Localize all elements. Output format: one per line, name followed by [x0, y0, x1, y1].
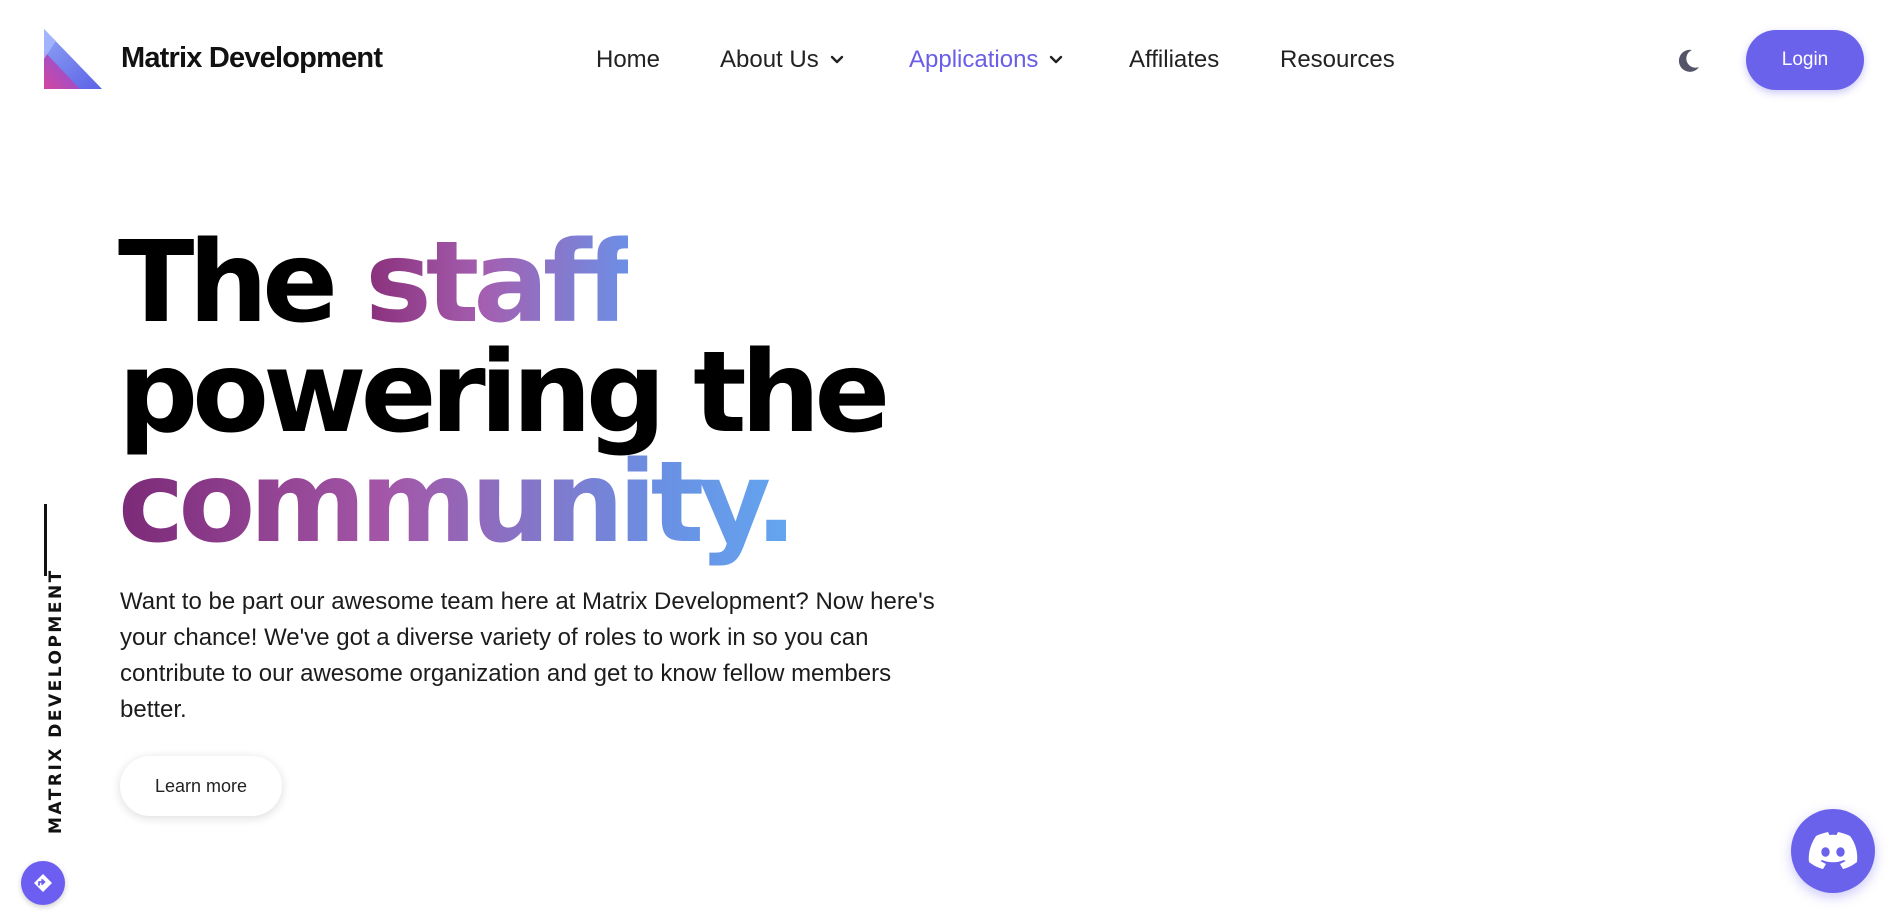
discord-button[interactable]	[1791, 809, 1875, 893]
side-divider	[44, 504, 47, 576]
hero-title: The staff powering the community.	[118, 227, 890, 559]
hero-title-community: community.	[118, 438, 797, 568]
nav-home-label: Home	[596, 46, 661, 73]
nav-resources[interactable]: Resources	[1280, 46, 1395, 74]
nav-resources-label: Resources	[1280, 46, 1395, 73]
site-header: Matrix Development Home About Us Applica…	[0, 0, 1902, 121]
diamond-arrow-icon	[34, 874, 52, 892]
matrix-logo[interactable]	[42, 29, 102, 91]
discord-icon	[1808, 832, 1858, 869]
nav-affiliates-label: Affiliates	[1129, 46, 1220, 73]
nav-applications-label: Applications	[909, 46, 1039, 73]
corner-action-button[interactable]	[21, 861, 65, 905]
nav-home[interactable]: Home	[596, 46, 660, 74]
login-button[interactable]: Login	[1746, 30, 1864, 90]
brand-name[interactable]: Matrix Development	[121, 42, 383, 75]
nav-affiliates[interactable]: Affiliates	[1129, 46, 1219, 74]
nav-about-us-label: About Us	[720, 46, 819, 73]
nav-about-us[interactable]: About Us	[720, 46, 845, 74]
chevron-down-icon	[1050, 55, 1063, 64]
nav-applications[interactable]: Applications	[909, 46, 1064, 74]
hero-description: Want to be part our awesome team here at…	[120, 588, 935, 723]
side-vertical-label: MATRIX DEVELOPMENT	[46, 568, 66, 834]
learn-more-button[interactable]: Learn more	[120, 756, 282, 816]
chevron-down-icon	[830, 55, 843, 64]
moon-icon[interactable]	[1674, 47, 1702, 75]
